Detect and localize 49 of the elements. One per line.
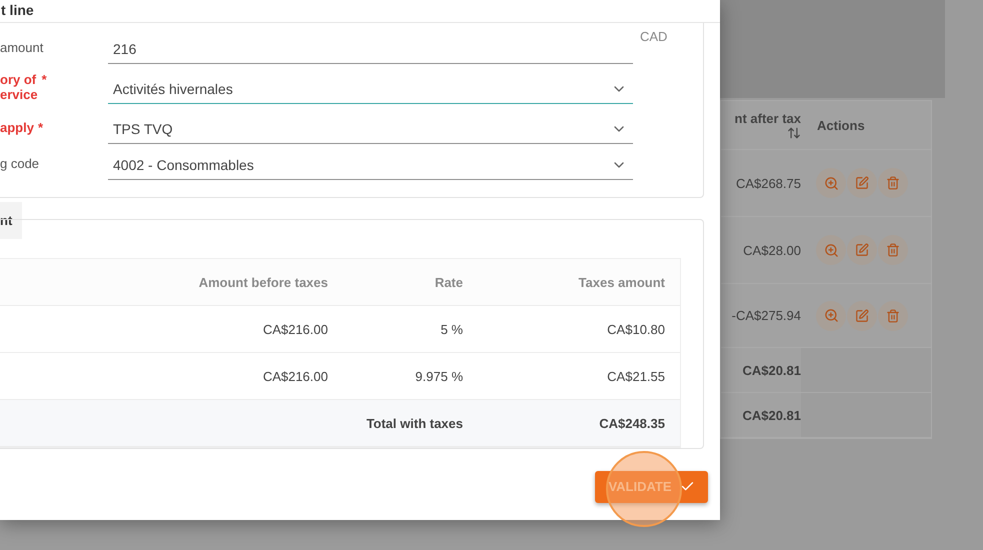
- select-field[interactable]: Activités hivernales: [108, 74, 633, 104]
- input-field[interactable]: 216: [108, 34, 633, 64]
- trash-icon: [886, 176, 900, 190]
- column-header: Actions: [816, 118, 866, 132]
- dialog-title: t line: [1, 3, 34, 18]
- table-cell-text: CA$268.75: [734, 176, 801, 190]
- table-cell-text: -CA$275.94: [730, 308, 801, 323]
- column-header: nt after tax: [721, 110, 801, 140]
- edit-button[interactable]: [847, 300, 877, 330]
- trash-icon: [886, 308, 900, 322]
- table-cell-text: 5 %: [440, 322, 463, 336]
- delete-button[interactable]: [878, 168, 908, 198]
- total-value: CA$20.81: [741, 408, 801, 422]
- edit-icon: [855, 243, 869, 257]
- edit-icon: [855, 308, 869, 322]
- table-cell-text: CA$216.00: [262, 368, 328, 384]
- table-cell-text: CA$216.00: [262, 322, 328, 336]
- total-value: CA$20.81: [741, 362, 801, 378]
- currency-label: CAD: [640, 29, 668, 44]
- zoom-in-icon: [824, 176, 838, 190]
- table-cell-text: CA$28.00: [742, 242, 801, 258]
- trash-icon: [886, 243, 900, 257]
- field-label: amount: [0, 40, 44, 54]
- zoom-in-button[interactable]: [816, 168, 846, 198]
- column-header: Rate: [434, 274, 463, 290]
- column-header: Taxes amount: [578, 274, 665, 290]
- sort-icon[interactable]: [787, 126, 801, 140]
- edit-button[interactable]: [847, 168, 877, 198]
- field-label: apply: [0, 120, 34, 134]
- table-cell-text: 9.975 %: [414, 368, 463, 384]
- select-field[interactable]: 4002 - Consommables: [108, 150, 633, 180]
- total-label: Total with taxes: [365, 416, 463, 430]
- total-value: CA$248.35: [598, 416, 665, 430]
- column-header: Amount before taxes: [198, 274, 328, 290]
- zoom-in-button[interactable]: [816, 300, 846, 330]
- required-mark: *: [38, 120, 44, 134]
- field-label: g code: [0, 156, 40, 170]
- zoom-in-icon: [824, 242, 838, 258]
- required-mark: *: [42, 72, 47, 87]
- zoom-in-button[interactable]: [816, 235, 846, 265]
- delete-button[interactable]: [878, 235, 908, 265]
- table-cell-text: CA$21.55: [606, 368, 665, 384]
- edit-icon: [855, 176, 869, 190]
- zoom-in-icon: [824, 308, 838, 323]
- select-field[interactable]: TPS TVQ: [108, 114, 633, 144]
- table-cell-text: CA$10.80: [606, 322, 665, 336]
- field-label: ory of ervice: [0, 72, 38, 102]
- edit-button[interactable]: [847, 235, 877, 265]
- delete-button[interactable]: [878, 300, 908, 330]
